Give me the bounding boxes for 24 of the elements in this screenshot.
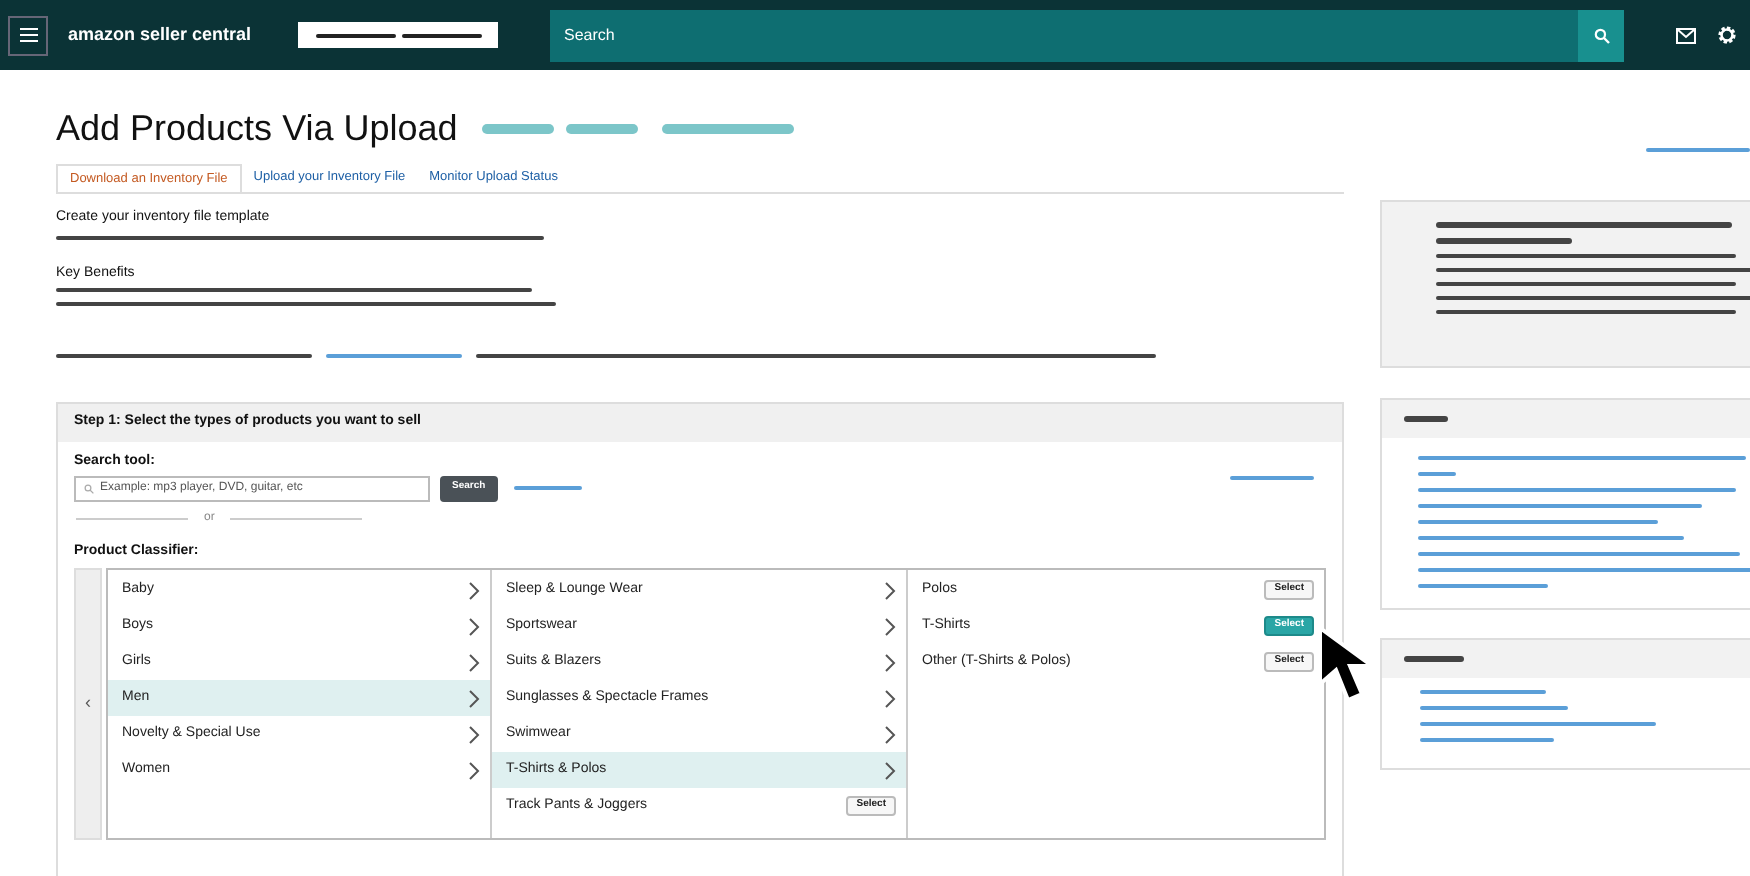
redacted-line [1436,238,1572,244]
search-field[interactable]: Search [550,9,1624,61]
redacted-line [401,33,481,37]
redacted-line [1646,148,1750,152]
redacted-line [1418,584,1548,588]
search-icon [1593,27,1609,43]
menu-button[interactable] [8,15,48,55]
redacted-line [1418,472,1456,476]
menu-icon [19,28,37,42]
redacted-line [315,33,395,37]
account-selector[interactable] [298,22,498,48]
redacted-line [1420,738,1554,742]
mail-icon[interactable] [1676,27,1696,43]
redacted-line [513,486,582,490]
redacted-line [1404,656,1464,662]
settings-icon[interactable] [1716,24,1738,46]
page-title: Add Products Via Upload [56,106,458,152]
redacted-line [326,354,462,358]
redacted-line [1230,476,1314,480]
brand-logo: amazon seller central [68,21,254,48]
redacted-line [1404,416,1448,422]
search-icon [84,483,94,493]
back-button[interactable]: ‹ [74,568,102,840]
redacted-line [1420,690,1546,694]
